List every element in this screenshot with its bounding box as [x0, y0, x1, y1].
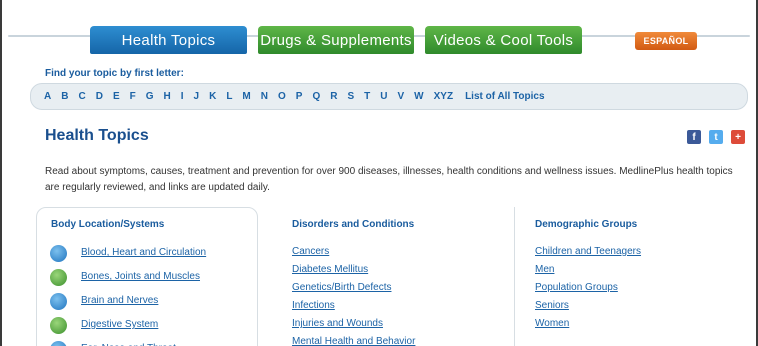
tab-videos-tools[interactable]: Videos & Cool Tools [425, 26, 582, 54]
letter-link-n[interactable]: N [261, 91, 268, 102]
letter-link-l[interactable]: L [226, 91, 232, 102]
body-systems-heading: Body Location/Systems [51, 219, 165, 230]
body-item-digestive[interactable]: Digestive System [50, 313, 206, 337]
tab-drugs-supplements[interactable]: Drugs & Supplements [258, 26, 414, 54]
letter-link-b[interactable]: B [61, 91, 68, 102]
letter-link-k[interactable]: K [209, 91, 216, 102]
letter-link-f[interactable]: F [130, 91, 136, 102]
letter-link-i[interactable]: I [181, 91, 184, 102]
disorder-link-mental-health[interactable]: Mental Health and Behavior [292, 333, 415, 346]
letter-link-m[interactable]: M [242, 91, 250, 102]
stomach-icon [50, 316, 67, 334]
espanol-button[interactable]: ESPAÑOL [635, 32, 697, 50]
demographic-link-men[interactable]: Men [535, 261, 641, 279]
letter-link-r[interactable]: R [330, 91, 337, 102]
facebook-icon[interactable]: f [687, 130, 701, 144]
letter-link-g[interactable]: G [146, 91, 154, 102]
letter-link-w[interactable]: W [414, 91, 423, 102]
alphabet-bar: A B C D E F G H I J K L M N O P Q R S T … [30, 83, 748, 110]
letter-link-t[interactable]: T [364, 91, 370, 102]
demographic-link-seniors[interactable]: Seniors [535, 297, 641, 315]
ear-icon [50, 340, 67, 346]
disorder-link-injuries[interactable]: Injuries and Wounds [292, 315, 415, 333]
letter-link-j[interactable]: J [194, 91, 200, 102]
letter-link-d[interactable]: D [96, 91, 103, 102]
body-item-ear-nose-throat[interactable]: Ear, Nose and Throat [50, 337, 206, 346]
heart-icon [50, 244, 67, 262]
letter-link-q[interactable]: Q [312, 91, 320, 102]
bone-icon [50, 268, 67, 286]
letter-link-xyz[interactable]: XYZ [434, 91, 453, 102]
all-topics-link[interactable]: List of All Topics [465, 91, 544, 102]
demographic-link-children[interactable]: Children and Teenagers [535, 243, 641, 261]
body-item-bones-joints[interactable]: Bones, Joints and Muscles [50, 265, 206, 289]
brain-icon [50, 292, 67, 310]
twitter-icon[interactable]: t [709, 130, 723, 144]
demographic-heading: Demographic Groups [535, 219, 638, 230]
letter-finder-label: Find your topic by first letter: [45, 68, 184, 79]
demographic-link-women[interactable]: Women [535, 315, 641, 333]
google-plus-icon[interactable]: + [731, 130, 745, 144]
letter-link-e[interactable]: E [113, 91, 120, 102]
body-item-blood-heart[interactable]: Blood, Heart and Circulation [50, 241, 206, 265]
demographic-list: Children and Teenagers Men Population Gr… [535, 243, 641, 333]
letter-link-v[interactable]: V [397, 91, 404, 102]
disorders-heading: Disorders and Conditions [292, 219, 415, 230]
disorder-link-diabetes[interactable]: Diabetes Mellitus [292, 261, 415, 279]
letter-link-p[interactable]: P [296, 91, 303, 102]
letter-link-s[interactable]: S [347, 91, 354, 102]
demographic-link-population[interactable]: Population Groups [535, 279, 641, 297]
intro-text: Read about symptoms, causes, treatment a… [45, 166, 733, 193]
body-item-brain-nerves[interactable]: Brain and Nerves [50, 289, 206, 313]
letter-link-o[interactable]: O [278, 91, 286, 102]
column-divider [514, 207, 515, 346]
body-systems-list: Blood, Heart and Circulation Bones, Join… [50, 241, 206, 346]
tab-health-topics[interactable]: Health Topics [90, 26, 247, 54]
letter-link-h[interactable]: H [164, 91, 171, 102]
disorders-list: Cancers Diabetes Mellitus Genetics/Birth… [292, 243, 415, 346]
top-navigation: Health Topics Drugs & Supplements Videos… [8, 6, 750, 54]
disorder-link-infections[interactable]: Infections [292, 297, 415, 315]
letter-link-c[interactable]: C [78, 91, 85, 102]
letter-link-u[interactable]: U [380, 91, 387, 102]
page-title: Health Topics [45, 127, 149, 144]
disorder-link-cancers[interactable]: Cancers [292, 243, 415, 261]
disorder-link-genetics[interactable]: Genetics/Birth Defects [292, 279, 415, 297]
letter-link-a[interactable]: A [44, 91, 51, 102]
